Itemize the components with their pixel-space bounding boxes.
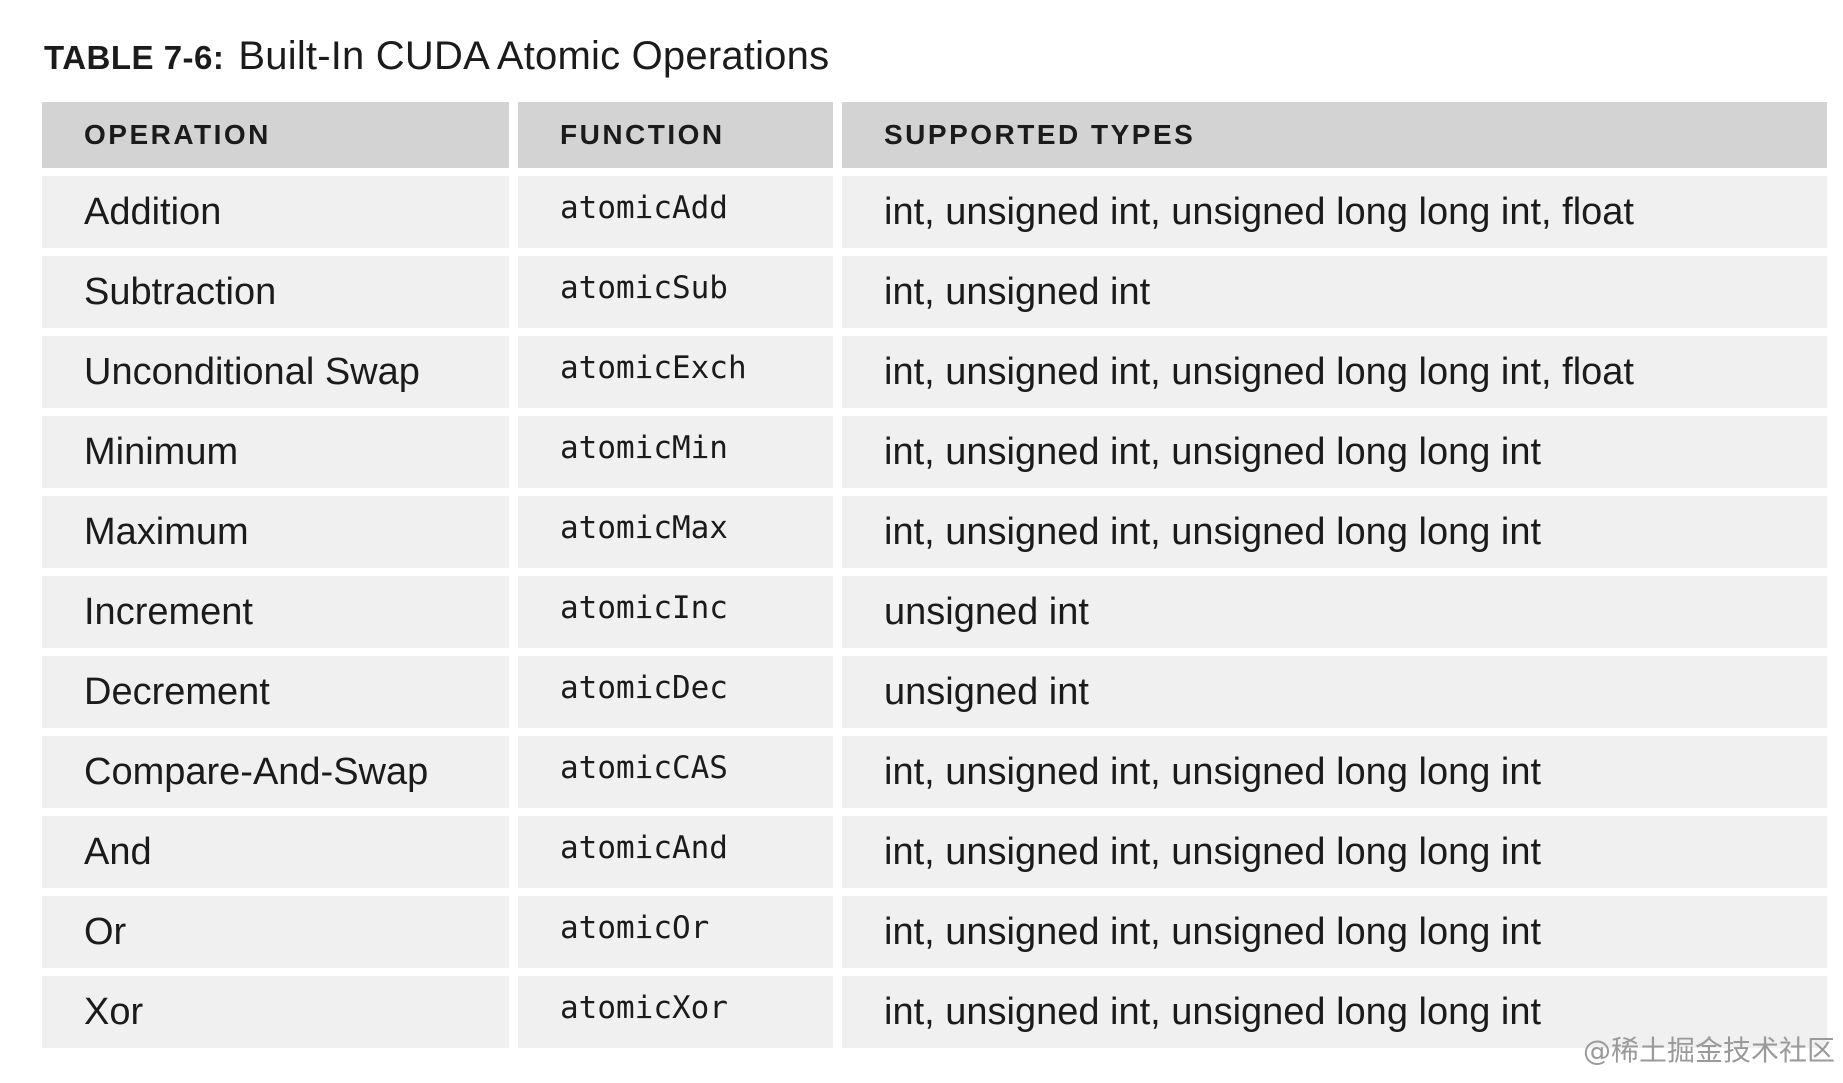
function-cell: atomicDec — [518, 656, 833, 728]
function-name: atomicCAS — [560, 750, 728, 786]
table-row: Compare-And-Swap atomicCAS int, unsigned… — [42, 736, 1827, 808]
operation-cell: Decrement — [42, 656, 509, 728]
table-header-row: OPERATION FUNCTION SUPPORTED TYPES — [42, 102, 1827, 168]
function-name: atomicMin — [560, 430, 728, 466]
table-row: Increment atomicInc unsigned int — [42, 576, 1827, 648]
operation-cell: And — [42, 816, 509, 888]
types-cell: int, unsigned int, unsigned long long in… — [842, 496, 1827, 568]
function-cell: atomicInc — [518, 576, 833, 648]
table-row: Unconditional Swap atomicExch int, unsig… — [42, 336, 1827, 408]
operation-cell: Minimum — [42, 416, 509, 488]
types-cell: int, unsigned int, unsigned long long in… — [842, 416, 1827, 488]
types-cell: int, unsigned int, unsigned long long in… — [842, 336, 1827, 408]
table-row: Addition atomicAdd int, unsigned int, un… — [42, 176, 1827, 248]
operation-cell: Or — [42, 896, 509, 968]
operation-cell: Addition — [42, 176, 509, 248]
function-name: atomicSub — [560, 270, 728, 306]
types-cell: unsigned int — [842, 576, 1827, 648]
header-supported-types: SUPPORTED TYPES — [842, 102, 1827, 168]
function-cell: atomicSub — [518, 256, 833, 328]
function-cell: atomicAnd — [518, 816, 833, 888]
function-name: atomicDec — [560, 670, 728, 706]
atomic-operations-table: OPERATION FUNCTION SUPPORTED TYPES Addit… — [42, 102, 1827, 1056]
function-name: atomicXor — [560, 990, 728, 1026]
types-cell: int, unsigned int, unsigned long long in… — [842, 176, 1827, 248]
function-cell: atomicMin — [518, 416, 833, 488]
types-cell: unsigned int — [842, 656, 1827, 728]
table-row: Maximum atomicMax int, unsigned int, uns… — [42, 496, 1827, 568]
function-cell: atomicAdd — [518, 176, 833, 248]
table-row: And atomicAnd int, unsigned int, unsigne… — [42, 816, 1827, 888]
table-row: Minimum atomicMin int, unsigned int, uns… — [42, 416, 1827, 488]
types-cell: int, unsigned int, unsigned long long in… — [842, 736, 1827, 808]
types-cell: int, unsigned int, unsigned long long in… — [842, 896, 1827, 968]
operation-cell: Compare-And-Swap — [42, 736, 509, 808]
function-name: atomicOr — [560, 910, 710, 946]
function-cell: atomicMax — [518, 496, 833, 568]
operation-cell: Unconditional Swap — [42, 336, 509, 408]
types-cell: int, unsigned int, unsigned long long in… — [842, 816, 1827, 888]
operation-cell: Maximum — [42, 496, 509, 568]
table-row: Decrement atomicDec unsigned int — [42, 656, 1827, 728]
function-cell: atomicOr — [518, 896, 833, 968]
header-operation: OPERATION — [42, 102, 509, 168]
header-function: FUNCTION — [518, 102, 833, 168]
table-title: Built-In CUDA Atomic Operations — [238, 34, 830, 78]
function-cell: atomicExch — [518, 336, 833, 408]
table-row: Subtraction atomicSub int, unsigned int — [42, 256, 1827, 328]
table-row: Xor atomicXor int, unsigned int, unsigne… — [42, 976, 1827, 1048]
table-row: Or atomicOr int, unsigned int, unsigned … — [42, 896, 1827, 968]
operation-cell: Xor — [42, 976, 509, 1048]
function-cell: atomicXor — [518, 976, 833, 1048]
function-name: atomicInc — [560, 590, 728, 626]
function-name: atomicExch — [560, 350, 747, 386]
function-name: atomicAnd — [560, 830, 728, 866]
watermark: @稀土掘金技术社区 — [1582, 1034, 1835, 1067]
table-number: TABLE 7-6: — [44, 39, 225, 76]
function-name: atomicMax — [560, 510, 728, 546]
types-cell: int, unsigned int — [842, 256, 1827, 328]
table-caption: TABLE 7-6: Built-In CUDA Atomic Operation… — [44, 30, 829, 84]
operation-cell: Increment — [42, 576, 509, 648]
function-cell: atomicCAS — [518, 736, 833, 808]
function-name: atomicAdd — [560, 190, 728, 226]
operation-cell: Subtraction — [42, 256, 509, 328]
